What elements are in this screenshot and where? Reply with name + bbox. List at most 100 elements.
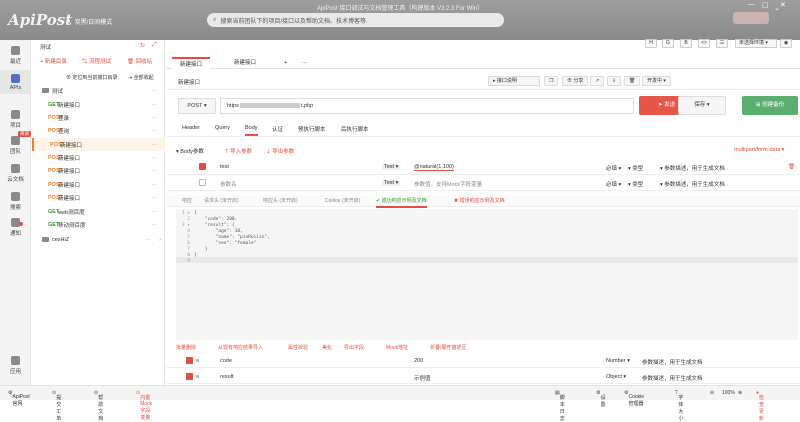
user-avatar[interactable]	[733, 12, 769, 24]
tab-request-1[interactable]: 新建接口	[172, 57, 211, 69]
row-checkbox[interactable]	[199, 163, 206, 170]
rail-item-recent[interactable]: 最近	[0, 46, 31, 65]
more-tabs-button[interactable]: ···	[294, 57, 316, 69]
save-button[interactable]: 保存 ▾	[678, 96, 726, 115]
tree-item[interactable]: POST 新建接口 ···	[32, 178, 165, 191]
ticket-link[interactable]: ⊙ 提交工单	[52, 390, 61, 422]
resp-param-value[interactable]: 示例值	[414, 374, 431, 382]
param-type-select[interactable]: Text ▾	[382, 180, 401, 186]
tab-auth[interactable]: 认证	[272, 125, 283, 133]
more-icon[interactable]: ···	[152, 195, 158, 201]
collapse-all-button[interactable]: ⇥ 全部收起	[128, 74, 154, 81]
more-icon[interactable]: ···	[152, 128, 158, 134]
env-select[interactable]: 未选择环境 ▾	[735, 39, 777, 48]
tab-header[interactable]: Header	[182, 125, 200, 131]
method-select[interactable]: POST ▾	[178, 98, 216, 114]
backup-button[interactable]: ⊞ 创建备份	[742, 96, 798, 115]
font-size-button[interactable]: ⊤ 字体大小	[674, 390, 683, 422]
tab-error-example[interactable]: ✖ 错误响应示例及文档	[454, 197, 505, 204]
resp-param-key[interactable]: code	[220, 358, 232, 364]
param-required[interactable]: 必填 ▾	[606, 164, 621, 172]
download-icon[interactable]: ⇩	[607, 76, 622, 86]
tree-item[interactable]: POST 新建接口 ···	[32, 151, 165, 164]
tab-cookie[interactable]: Cookie (未开启)	[325, 197, 360, 204]
param-type-select[interactable]: Text ▾	[382, 164, 401, 170]
website-link[interactable]: ⚙ ApiPost官网	[8, 390, 30, 407]
rail-item-cloud-docs[interactable]: 云文档	[0, 164, 31, 183]
resp-param-type[interactable]: Object ▾	[606, 374, 626, 380]
drag-handle-icon[interactable]: ≡	[196, 374, 199, 380]
import-params-button[interactable]: ⇡ 导入参数	[224, 147, 252, 155]
tab-body[interactable]: Body	[245, 125, 258, 136]
tree-item[interactable]: GET 新建接口 ···	[32, 98, 165, 111]
resp-param-desc[interactable]: 参数描述，用于生成文档	[642, 358, 703, 366]
tab-req-headers[interactable]: 请求头 (未开启)	[204, 197, 239, 204]
more-icon[interactable]: ···	[152, 209, 158, 215]
cookie-manager-button[interactable]: ⚙ Cookie管理器	[624, 390, 644, 407]
tree-folder[interactable]: 测试 ···	[32, 84, 165, 97]
resp-param-desc[interactable]: 参数描述，用于生成文档	[642, 374, 703, 382]
tree-item[interactable]: POST 查询 ···	[32, 124, 165, 137]
toolbar-b-button[interactable]: B	[680, 39, 692, 48]
maximize-icon[interactable]: ▢	[762, 1, 769, 9]
code-editor[interactable]: 1 ▾ 2 3 ▾ 4 5 6 7 8 9 { "code": 200, "re…	[176, 209, 798, 340]
rail-item-apis[interactable]: APIs	[0, 70, 31, 94]
toolbar-menu-button[interactable]: 三	[716, 39, 728, 48]
script-log-button[interactable]: ▤ 脚本日志	[555, 390, 565, 422]
param-dtype[interactable]: ▾ 类型	[628, 164, 643, 172]
share-button[interactable]: ⊕ 分享	[562, 76, 589, 86]
chevron-right-icon[interactable]: ›	[159, 237, 161, 243]
more-icon[interactable]: ···	[152, 182, 158, 188]
tree-folder[interactable]: cesHiZ ··· ›	[32, 233, 165, 246]
batch-delete-button[interactable]: 批量删除	[176, 344, 196, 351]
eye-icon[interactable]: ◉	[780, 39, 792, 48]
toggle-desc-button[interactable]: 折叠/展开描述区	[430, 344, 466, 351]
expand-icon[interactable]: ⤢	[152, 42, 157, 49]
help-link[interactable]: ⊙ 帮助文档	[94, 390, 103, 422]
mock-url-button[interactable]: Mock地址	[386, 344, 408, 351]
tab-response[interactable]: 响应	[182, 197, 192, 204]
zoom-in-icon[interactable]: ⊕	[738, 390, 742, 396]
rail-item-team[interactable]: 团队	[0, 136, 31, 155]
row-checkbox[interactable]	[186, 357, 193, 364]
export-fields-button[interactable]: 导出字段	[344, 344, 364, 351]
mock-vars-link[interactable]: ⊙ 内置Mock字段变量	[136, 390, 152, 421]
tab-request-2[interactable]: 新建接口	[226, 57, 264, 69]
chevron-down-icon[interactable]: ⌄	[774, 4, 780, 12]
theme-toggle[interactable]: ◐ 炭黑/日间模式	[68, 17, 112, 27]
resp-param-value[interactable]: 200	[414, 358, 423, 364]
param-key[interactable]: test	[220, 164, 229, 170]
delete-row-icon[interactable]: 🗑	[788, 164, 795, 170]
url-input[interactable]: https t.php	[220, 98, 634, 114]
tab-query[interactable]: Query	[215, 125, 230, 131]
tab-success-example[interactable]: ✔ 成功响应示例及文档	[376, 197, 427, 208]
drag-handle-icon[interactable]: ≡	[196, 358, 199, 364]
tree-item-selected[interactable]: POST 新建接口 ···	[32, 138, 165, 151]
more-icon[interactable]: ···	[152, 155, 158, 161]
rail-item-search[interactable]: 搜索	[0, 192, 31, 211]
more-icon[interactable]: ···	[152, 142, 158, 148]
param-dtype[interactable]: ▾ 类型	[628, 180, 643, 188]
toolbar-code-button[interactable]: <>	[698, 39, 710, 48]
rail-item-apps[interactable]: 应用	[0, 356, 31, 375]
minimize-icon[interactable]: —	[748, 1, 755, 8]
dev-status-select[interactable]: 开发中 ▾	[642, 76, 671, 86]
validate-button[interactable]: 属性校验	[288, 344, 308, 351]
resp-param-type[interactable]: Number ▾	[606, 358, 630, 364]
param-value[interactable]: @natural(1,100)	[414, 164, 454, 171]
toolbar-g-button[interactable]: G	[662, 39, 674, 48]
tree-item[interactable]: POST 新建接口 ···	[32, 191, 165, 204]
more-icon[interactable]: ···	[152, 115, 158, 121]
tree-item[interactable]: GET 移动测百度 ···	[32, 218, 165, 231]
more-icon[interactable]: ···	[152, 88, 158, 94]
copy-icon[interactable]: ❐	[544, 76, 559, 86]
flow-test-button[interactable]: ⇆ 流程测试	[82, 57, 111, 65]
add-tab-button[interactable]: +	[276, 57, 295, 69]
row-checkbox[interactable]	[199, 179, 206, 186]
global-search-input[interactable]: ⌕ 搜索当前团队下的项目/接口以及帮助文档、技术博客等.	[207, 13, 504, 27]
zoom-out-icon[interactable]: ⊖	[710, 390, 714, 396]
delete-icon[interactable]: 🗑	[624, 76, 641, 86]
refresh-icon[interactable]: ↻	[140, 42, 145, 49]
rail-item-notify[interactable]: 通知	[0, 218, 31, 237]
tab-pre-script[interactable]: 预执行脚本	[298, 125, 326, 133]
